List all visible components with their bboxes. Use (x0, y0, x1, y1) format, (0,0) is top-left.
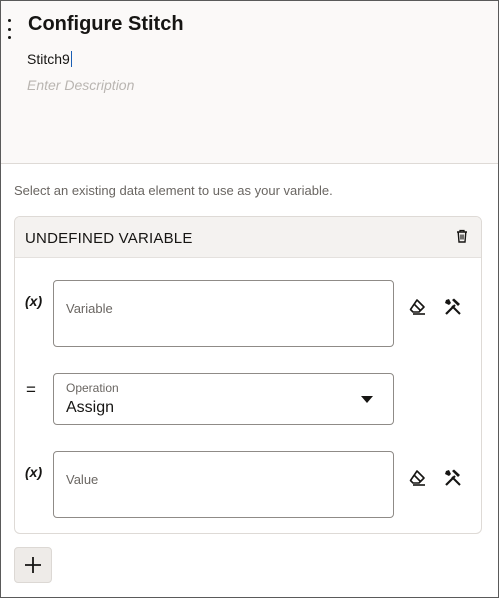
tools-icon[interactable] (443, 297, 463, 317)
operation-row-icon: = (26, 380, 36, 399)
stitch-name-value: Stitch9 (27, 51, 70, 67)
operation-select[interactable]: Operation Assign (53, 373, 394, 425)
panel-header: Configure Stitch Stitch9 Enter Descripti… (1, 1, 498, 164)
eraser-icon[interactable] (408, 468, 428, 488)
kebab-menu-icon[interactable] (5, 19, 13, 39)
chevron-down-icon[interactable] (361, 396, 373, 403)
tools-icon[interactable] (443, 468, 463, 488)
card-title: UNDEFINED VARIABLE (25, 230, 193, 247)
helper-text: Select an existing data element to use a… (14, 183, 333, 198)
value-row-icon: (x) (25, 464, 43, 480)
value-placeholder: Value (66, 472, 99, 487)
plus-icon (25, 557, 41, 573)
variable-card: UNDEFINED VARIABLE (x) Variable = Operat… (14, 216, 482, 534)
description-input[interactable]: Enter Description (27, 77, 134, 93)
card-header: UNDEFINED VARIABLE (15, 217, 481, 258)
operation-field-label: Operation (66, 381, 119, 395)
page-title: Configure Stitch (28, 13, 184, 35)
variable-row-icon: (x) (25, 293, 43, 309)
variable-placeholder: Variable (66, 301, 113, 316)
trash-icon[interactable] (454, 228, 470, 244)
add-variable-button[interactable] (14, 547, 52, 583)
eraser-icon[interactable] (408, 297, 428, 317)
variable-field[interactable]: Variable (53, 280, 394, 347)
stitch-name-input[interactable]: Stitch9 (27, 49, 227, 69)
text-caret (70, 51, 72, 67)
value-field[interactable]: Value (53, 451, 394, 518)
operation-selected-value: Assign (66, 399, 115, 416)
configure-stitch-panel: Configure Stitch Stitch9 Enter Descripti… (0, 0, 499, 598)
